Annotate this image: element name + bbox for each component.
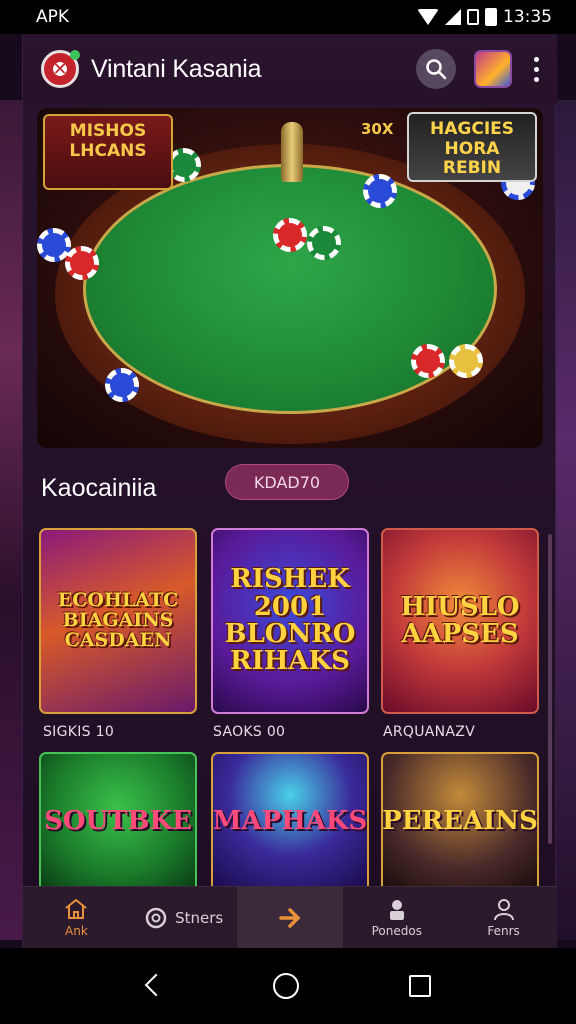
nav-bets-label: Stners <box>175 908 224 927</box>
chip-icon <box>273 218 307 252</box>
game-card-caption: SIGKIS 10 <box>43 724 115 740</box>
app-window: ✕ Vintani Kasania MISHOS LHCANS 30X HAGC… <box>22 34 557 948</box>
game-card-art: ECOHLATC BIAGAINS CASDAEN <box>57 589 179 651</box>
nav-home[interactable]: Ank <box>23 887 130 948</box>
game-card-art: HIUSLO AAPSES <box>400 591 520 649</box>
background-right-glow <box>556 100 576 940</box>
battery-icon <box>485 8 497 26</box>
home-circle-icon[interactable] <box>273 973 299 999</box>
online-dot-icon <box>70 50 80 60</box>
section-title: Kaocainiia <box>41 474 157 502</box>
chip-icon <box>307 226 341 260</box>
nav-recent-label: Ponedos <box>371 924 422 938</box>
chip-icon <box>65 246 99 280</box>
person-icon <box>493 899 514 921</box>
nav-recent[interactable]: Ponedos <box>343 887 450 948</box>
profile-avatar[interactable] <box>474 50 512 88</box>
arrow-right-icon <box>279 907 301 928</box>
back-icon[interactable] <box>145 975 163 997</box>
background-left-glow <box>0 100 24 940</box>
app-title: Vintani Kasania <box>91 54 262 83</box>
game-card-art: PEREAINS <box>382 806 538 837</box>
game-card-art: RISHEK 2001 BLONRO RIHAKS <box>224 564 356 677</box>
promo-badge-right: HAGCIES HORA REBIN <box>407 112 537 182</box>
table-post <box>281 122 303 182</box>
game-card[interactable]: HIUSLO AAPSES <box>381 528 539 714</box>
signal-icon <box>445 9 461 25</box>
chip-icon <box>363 174 397 208</box>
chip-stack-icon <box>145 907 167 928</box>
home-icon <box>65 898 88 919</box>
game-card[interactable]: RISHEK 2001 BLONRO RIHAKS <box>211 528 369 714</box>
game-card-art: MAPHAKS <box>212 806 368 837</box>
status-icons: 13:35 <box>417 7 552 27</box>
user-lock-icon <box>389 900 404 920</box>
nav-profile[interactable]: Fenrs <box>450 887 557 948</box>
nav-bets[interactable]: Stners <box>130 887 237 948</box>
nav-play[interactable] <box>236 887 344 948</box>
nav-profile-label: Fenrs <box>487 924 520 938</box>
hero-banner[interactable]: MISHOS LHCANS 30X HAGCIES HORA REBIN <box>37 108 543 448</box>
chip-icon <box>105 368 139 402</box>
status-bar: APK 13:35 <box>0 0 576 34</box>
recent-apps-icon[interactable] <box>409 975 431 997</box>
game-card[interactable]: ECOHLATC BIAGAINS CASDAEN <box>39 528 197 714</box>
carrier-label: APK <box>36 7 70 27</box>
section-filter-pill[interactable]: KDAD70 <box>225 464 349 500</box>
game-card-art: SOUTBKE <box>44 806 192 837</box>
search-button[interactable] <box>416 49 456 89</box>
status-time: 13:35 <box>503 7 552 27</box>
app-logo-icon[interactable]: ✕ <box>41 50 80 88</box>
sim-icon <box>467 9 479 25</box>
more-options-icon[interactable] <box>534 56 539 82</box>
app-header: ✕ Vintani Kasania <box>23 34 557 104</box>
game-card[interactable]: SOUTBKE <box>39 752 197 892</box>
game-card[interactable]: PEREAINS <box>381 752 539 892</box>
nav-home-label: Ank <box>65 924 88 938</box>
scrollbar[interactable] <box>548 534 552 844</box>
promo-badge-left: MISHOS LHCANS <box>43 114 173 190</box>
system-nav-bar <box>0 948 576 1024</box>
chip-icon <box>411 344 445 378</box>
game-card-caption: ARQUANAZV <box>383 724 476 740</box>
bottom-nav: Ank Stners Ponedos Fenrs <box>23 886 557 948</box>
chip-icon <box>449 344 483 378</box>
game-card[interactable]: MAPHAKS <box>211 752 369 892</box>
wifi-icon <box>417 9 439 25</box>
promo-multiplier: 30X <box>361 120 394 138</box>
game-card-caption: SAOKS 00 <box>213 724 286 740</box>
search-icon <box>426 59 447 80</box>
